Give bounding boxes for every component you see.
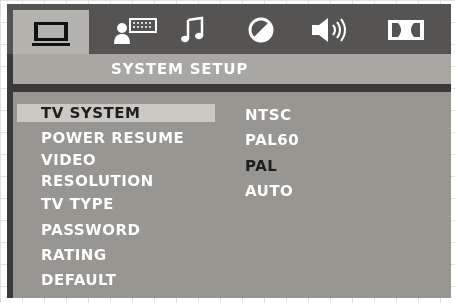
tab-audio[interactable] [173, 10, 213, 50]
option-pal60[interactable]: PAL60 [245, 131, 299, 149]
menu-item-tv-system[interactable]: TV SYSTEM [17, 104, 215, 122]
title-bar: SYSTEM SETUP [13, 54, 451, 84]
dolby-icon [388, 20, 424, 40]
monitor-icon [32, 22, 70, 46]
menu-item-password[interactable]: PASSWORD [13, 221, 213, 239]
osd-screen: SYSTEM SETUP TV SYSTEM POWER RESUME VIDE… [7, 4, 451, 298]
option-pal[interactable]: PAL [245, 157, 277, 175]
person-keyboard-icon [114, 18, 157, 44]
menu-item-tv-type[interactable]: TV TYPE [13, 195, 213, 213]
menu-item-video[interactable]: VIDEO [13, 151, 213, 169]
tab-dolby[interactable] [383, 10, 429, 50]
tab-speaker[interactable] [307, 10, 353, 50]
music-note-icon [181, 16, 204, 43]
page-title: SYSTEM SETUP [111, 60, 249, 78]
tab-video[interactable] [241, 10, 281, 50]
menu-item-resolution[interactable]: RESOLUTION [13, 172, 213, 190]
menu-item-power-resume[interactable]: POWER RESUME [13, 129, 213, 147]
option-ntsc[interactable]: NTSC [245, 106, 292, 124]
icon-tab-bar [7, 4, 451, 60]
video-circle-icon [248, 17, 274, 43]
settings-panel: TV SYSTEM POWER RESUME VIDEO RESOLUTION … [13, 92, 451, 298]
menu-item-default[interactable]: DEFAULT [13, 271, 213, 289]
tab-language[interactable] [111, 10, 161, 50]
divider [7, 84, 451, 92]
tab-system[interactable] [13, 10, 89, 60]
speaker-icon [312, 18, 346, 42]
menu-item-rating[interactable]: RATING [13, 246, 213, 264]
option-auto[interactable]: AUTO [245, 182, 293, 200]
